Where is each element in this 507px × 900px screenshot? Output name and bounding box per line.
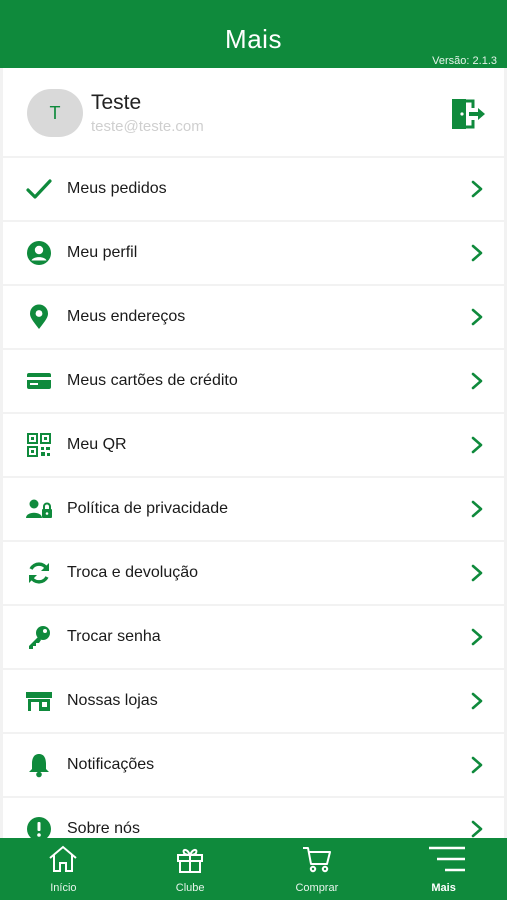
logout-icon[interactable] (448, 97, 488, 131)
chevron-right-icon (470, 308, 484, 326)
bottom-tab-bar: Início Clube Comprar Mais (0, 838, 507, 900)
menu-item-label: Meus pedidos (67, 180, 167, 197)
avatar[interactable]: T (27, 89, 83, 137)
user-lock-icon (25, 495, 53, 523)
tab-label: Início (50, 882, 77, 894)
chevron-right-icon (470, 500, 484, 518)
profile-email: teste@teste.com (91, 118, 204, 135)
chevron-right-icon (470, 436, 484, 454)
chevron-right-icon (470, 820, 484, 838)
menu-item-troca-devolucao[interactable]: Troca e devolução (3, 542, 504, 604)
key-icon (25, 623, 53, 651)
tab-label: Clube (175, 882, 205, 894)
menu-item-notificacoes[interactable]: Notificações (3, 734, 504, 796)
bell-icon (25, 751, 53, 779)
tab-label: Mais (431, 882, 456, 894)
menu-item-label: Meus cartões de crédito (67, 372, 238, 389)
credit-card-icon (25, 367, 53, 395)
tab-mais[interactable]: Mais (380, 838, 507, 900)
store-icon (25, 687, 53, 715)
gift-icon (174, 845, 206, 873)
version-label: Versão: 2.1.3 (432, 55, 497, 67)
chevron-right-icon (470, 756, 484, 774)
menu-list: Meus pedidos Meu perfil Meus endereços M… (3, 158, 504, 862)
menu-item-label: Política de privacidade (67, 500, 228, 517)
profile-card: T Teste teste@teste.com (3, 68, 504, 156)
menu-item-politica-privacidade[interactable]: Política de privacidade (3, 478, 504, 540)
tab-inicio[interactable]: Início (0, 838, 127, 900)
profile-name: Teste (91, 91, 142, 114)
user-circle-icon (25, 239, 53, 267)
chevron-right-icon (470, 372, 484, 390)
menu-item-meu-perfil[interactable]: Meu perfil (3, 222, 504, 284)
menu-item-label: Meu perfil (67, 244, 138, 261)
menu-item-meu-qr[interactable]: Meu QR (3, 414, 504, 476)
menu-item-label: Troca e devolução (67, 564, 199, 581)
cart-icon (301, 845, 333, 873)
menu-item-label: Nossas lojas (67, 692, 158, 709)
tab-clube[interactable]: Clube (127, 838, 254, 900)
page-title: Mais (225, 24, 282, 54)
chevron-right-icon (470, 628, 484, 646)
qr-code-icon (25, 431, 53, 459)
chevron-right-icon (470, 180, 484, 198)
refresh-icon (25, 559, 53, 587)
menu-item-meus-cartoes[interactable]: Meus cartões de crédito (3, 350, 504, 412)
tab-label: Comprar (295, 882, 339, 894)
app-header: Mais Versão: 2.1.3 (0, 0, 507, 68)
menu-item-trocar-senha[interactable]: Trocar senha (3, 606, 504, 668)
menu-item-meus-enderecos[interactable]: Meus endereços (3, 286, 504, 348)
menu-item-label: Sobre nós (67, 820, 140, 837)
menu-item-nossas-lojas[interactable]: Nossas lojas (3, 670, 504, 732)
menu-item-label: Meu QR (67, 436, 127, 453)
chevron-right-icon (470, 692, 484, 710)
chevron-right-icon (470, 564, 484, 582)
check-icon (25, 175, 53, 203)
menu-item-label: Meus endereços (67, 308, 186, 325)
location-pin-icon (25, 303, 53, 331)
tab-comprar[interactable]: Comprar (254, 838, 381, 900)
menu-item-label: Notificações (67, 756, 155, 773)
home-icon (47, 845, 79, 873)
menu-icon (428, 845, 465, 873)
menu-item-meus-pedidos[interactable]: Meus pedidos (3, 158, 504, 220)
chevron-right-icon (470, 244, 484, 262)
menu-item-label: Trocar senha (67, 628, 161, 645)
